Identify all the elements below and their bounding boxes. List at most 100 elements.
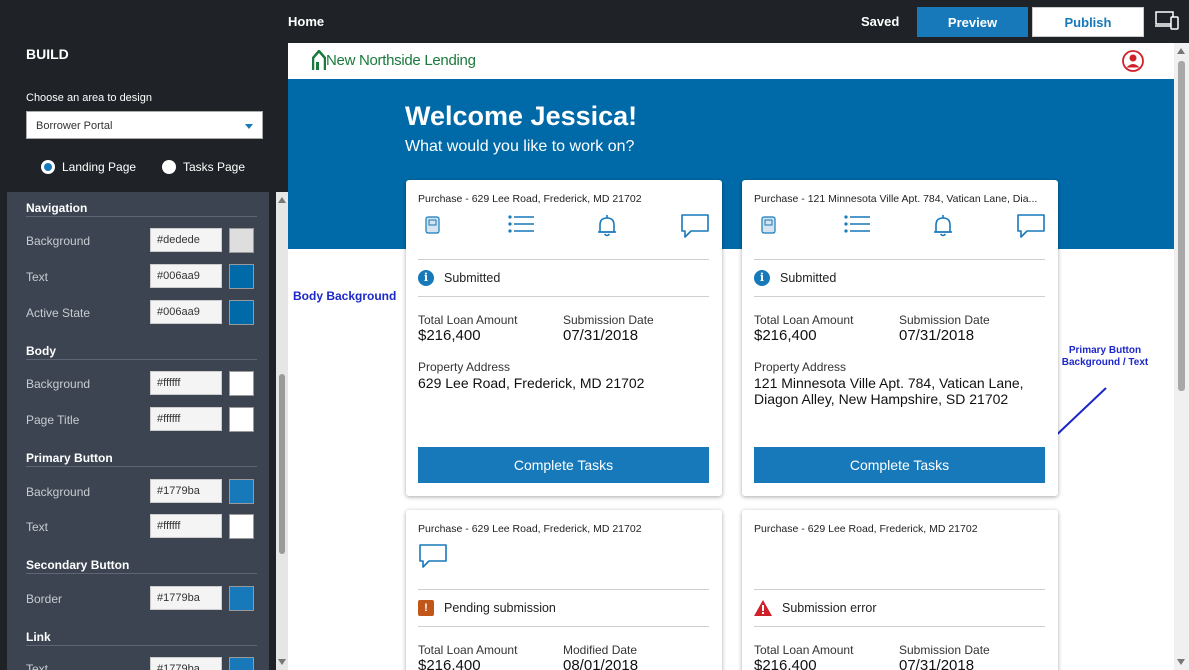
info-icon: i — [418, 270, 434, 286]
document-icon[interactable] — [418, 212, 448, 240]
saved-status: Saved — [861, 14, 900, 29]
date-value: 08/01/2018 — [563, 657, 639, 670]
area-select-value: Borrower Portal — [36, 120, 113, 132]
divider — [754, 296, 1045, 297]
nav-text-swatch[interactable] — [229, 264, 254, 289]
loan-card: Purchase - 121 Minnesota Ville Apt. 784,… — [742, 180, 1058, 496]
chat-icon[interactable] — [680, 212, 710, 240]
date-label: Submission Date — [563, 313, 654, 327]
card-status: i Submitted — [418, 270, 500, 286]
list-icon[interactable] — [506, 212, 536, 240]
publish-button[interactable]: Publish — [1032, 7, 1144, 37]
chat-icon[interactable] — [1016, 212, 1046, 240]
scroll-thumb[interactable] — [1178, 61, 1185, 391]
divider — [418, 626, 709, 627]
radio-unselected-icon — [162, 160, 176, 174]
nav-background-swatch[interactable] — [229, 228, 254, 253]
chat-icon[interactable] — [418, 542, 448, 570]
amount-value: $216,400 — [418, 657, 481, 670]
scroll-down-icon[interactable] — [278, 659, 286, 665]
loan-card: Purchase - 629 Lee Road, Frederick, MD 2… — [742, 510, 1058, 670]
section-primary-button-title: Primary Button — [26, 451, 113, 465]
primary-background-input[interactable] — [150, 479, 222, 503]
loan-card: Purchase - 629 Lee Road, Frederick, MD 2… — [406, 510, 722, 670]
card-icon-row — [418, 212, 710, 242]
body-background-swatch[interactable] — [229, 371, 254, 396]
primary-background-swatch[interactable] — [229, 479, 254, 504]
secondary-border-input[interactable] — [150, 586, 222, 610]
card-status: ! Pending submission — [418, 600, 556, 616]
divider — [26, 466, 257, 467]
nav-background-label: Background — [26, 234, 91, 248]
bell-icon[interactable] — [928, 212, 958, 240]
list-icon[interactable] — [842, 212, 872, 240]
device-toggle-icon[interactable] — [1155, 11, 1179, 31]
sidebar-scrollbar[interactable] — [276, 192, 288, 670]
card-status: Submission error — [754, 600, 876, 616]
primary-text-input[interactable] — [150, 514, 222, 538]
nav-background-input[interactable] — [150, 228, 222, 252]
amount-label: Total Loan Amount — [418, 643, 518, 657]
divider — [754, 589, 1045, 590]
page-subtitle: What would you like to work on? — [405, 138, 635, 155]
amount-value: $216,400 — [418, 327, 481, 344]
primary-text-swatch[interactable] — [229, 514, 254, 539]
body-background-input[interactable] — [150, 371, 222, 395]
body-page-title-input[interactable] — [150, 407, 222, 431]
nav-active-label: Active State — [26, 306, 91, 320]
info-icon: i — [754, 270, 770, 286]
secondary-border-label: Border — [26, 592, 63, 606]
primary-background-label: Background — [26, 485, 91, 499]
complete-tasks-button[interactable]: Complete Tasks — [418, 447, 709, 483]
date-label: Submission Date — [899, 313, 990, 327]
property-label: Property Address — [754, 360, 847, 374]
preview-scrollbar[interactable] — [1174, 43, 1189, 670]
divider — [418, 259, 709, 260]
complete-tasks-button[interactable]: Complete Tasks — [754, 447, 1045, 483]
divider — [26, 216, 257, 217]
document-icon[interactable] — [754, 212, 784, 240]
user-avatar-icon[interactable] — [1122, 50, 1144, 72]
scroll-up-icon[interactable] — [278, 197, 286, 203]
section-link-title: Link — [26, 630, 51, 644]
area-select[interactable]: Borrower Portal — [26, 111, 263, 139]
home-link[interactable]: Home — [288, 14, 324, 29]
divider — [26, 645, 257, 646]
divider — [754, 626, 1045, 627]
link-text-swatch[interactable] — [229, 657, 254, 670]
body-page-title-swatch[interactable] — [229, 407, 254, 432]
radio-landing-page[interactable]: Landing Page — [41, 160, 136, 174]
date-value: 07/31/2018 — [899, 327, 975, 344]
scroll-up-icon[interactable] — [1177, 48, 1185, 54]
bell-icon[interactable] — [592, 212, 622, 240]
nav-active-swatch[interactable] — [229, 300, 254, 325]
divider — [26, 573, 257, 574]
date-value: 07/31/2018 — [563, 327, 639, 344]
section-secondary-button-title: Secondary Button — [26, 558, 130, 572]
link-text-input[interactable] — [150, 657, 222, 670]
divider — [418, 296, 709, 297]
scroll-down-icon[interactable] — [1177, 659, 1185, 665]
property-label: Property Address — [418, 360, 511, 374]
loan-card: Purchase - 629 Lee Road, Frederick, MD 2… — [406, 180, 722, 496]
nav-active-input[interactable] — [150, 300, 222, 324]
card-address-title: Purchase - 629 Lee Road, Frederick, MD 2… — [418, 193, 642, 205]
amount-label: Total Loan Amount — [418, 313, 518, 327]
secondary-border-swatch[interactable] — [229, 586, 254, 611]
scroll-thumb[interactable] — [279, 374, 285, 554]
top-bar: Home Saved Preview Publish — [278, 0, 1189, 43]
sidebar-title: BUILD — [26, 46, 69, 62]
portal-preview: New Northside Lending Welcome Jessica! W… — [288, 43, 1174, 670]
divider — [26, 359, 257, 360]
build-sidebar: BUILD Choose an area to design Borrower … — [0, 0, 288, 670]
brand-logo[interactable]: New Northside Lending — [312, 50, 476, 70]
amount-label: Total Loan Amount — [754, 313, 854, 327]
radio-tasks-page[interactable]: Tasks Page — [162, 160, 245, 174]
preview-button[interactable]: Preview — [917, 7, 1028, 37]
nav-text-input[interactable] — [150, 264, 222, 288]
date-value: 07/31/2018 — [899, 657, 975, 670]
body-page-title-label: Page Title — [26, 413, 80, 427]
date-label: Submission Date — [899, 643, 990, 657]
card-status-label: Pending submission — [444, 601, 556, 615]
annotation-body-background: Body Background — [293, 289, 397, 303]
